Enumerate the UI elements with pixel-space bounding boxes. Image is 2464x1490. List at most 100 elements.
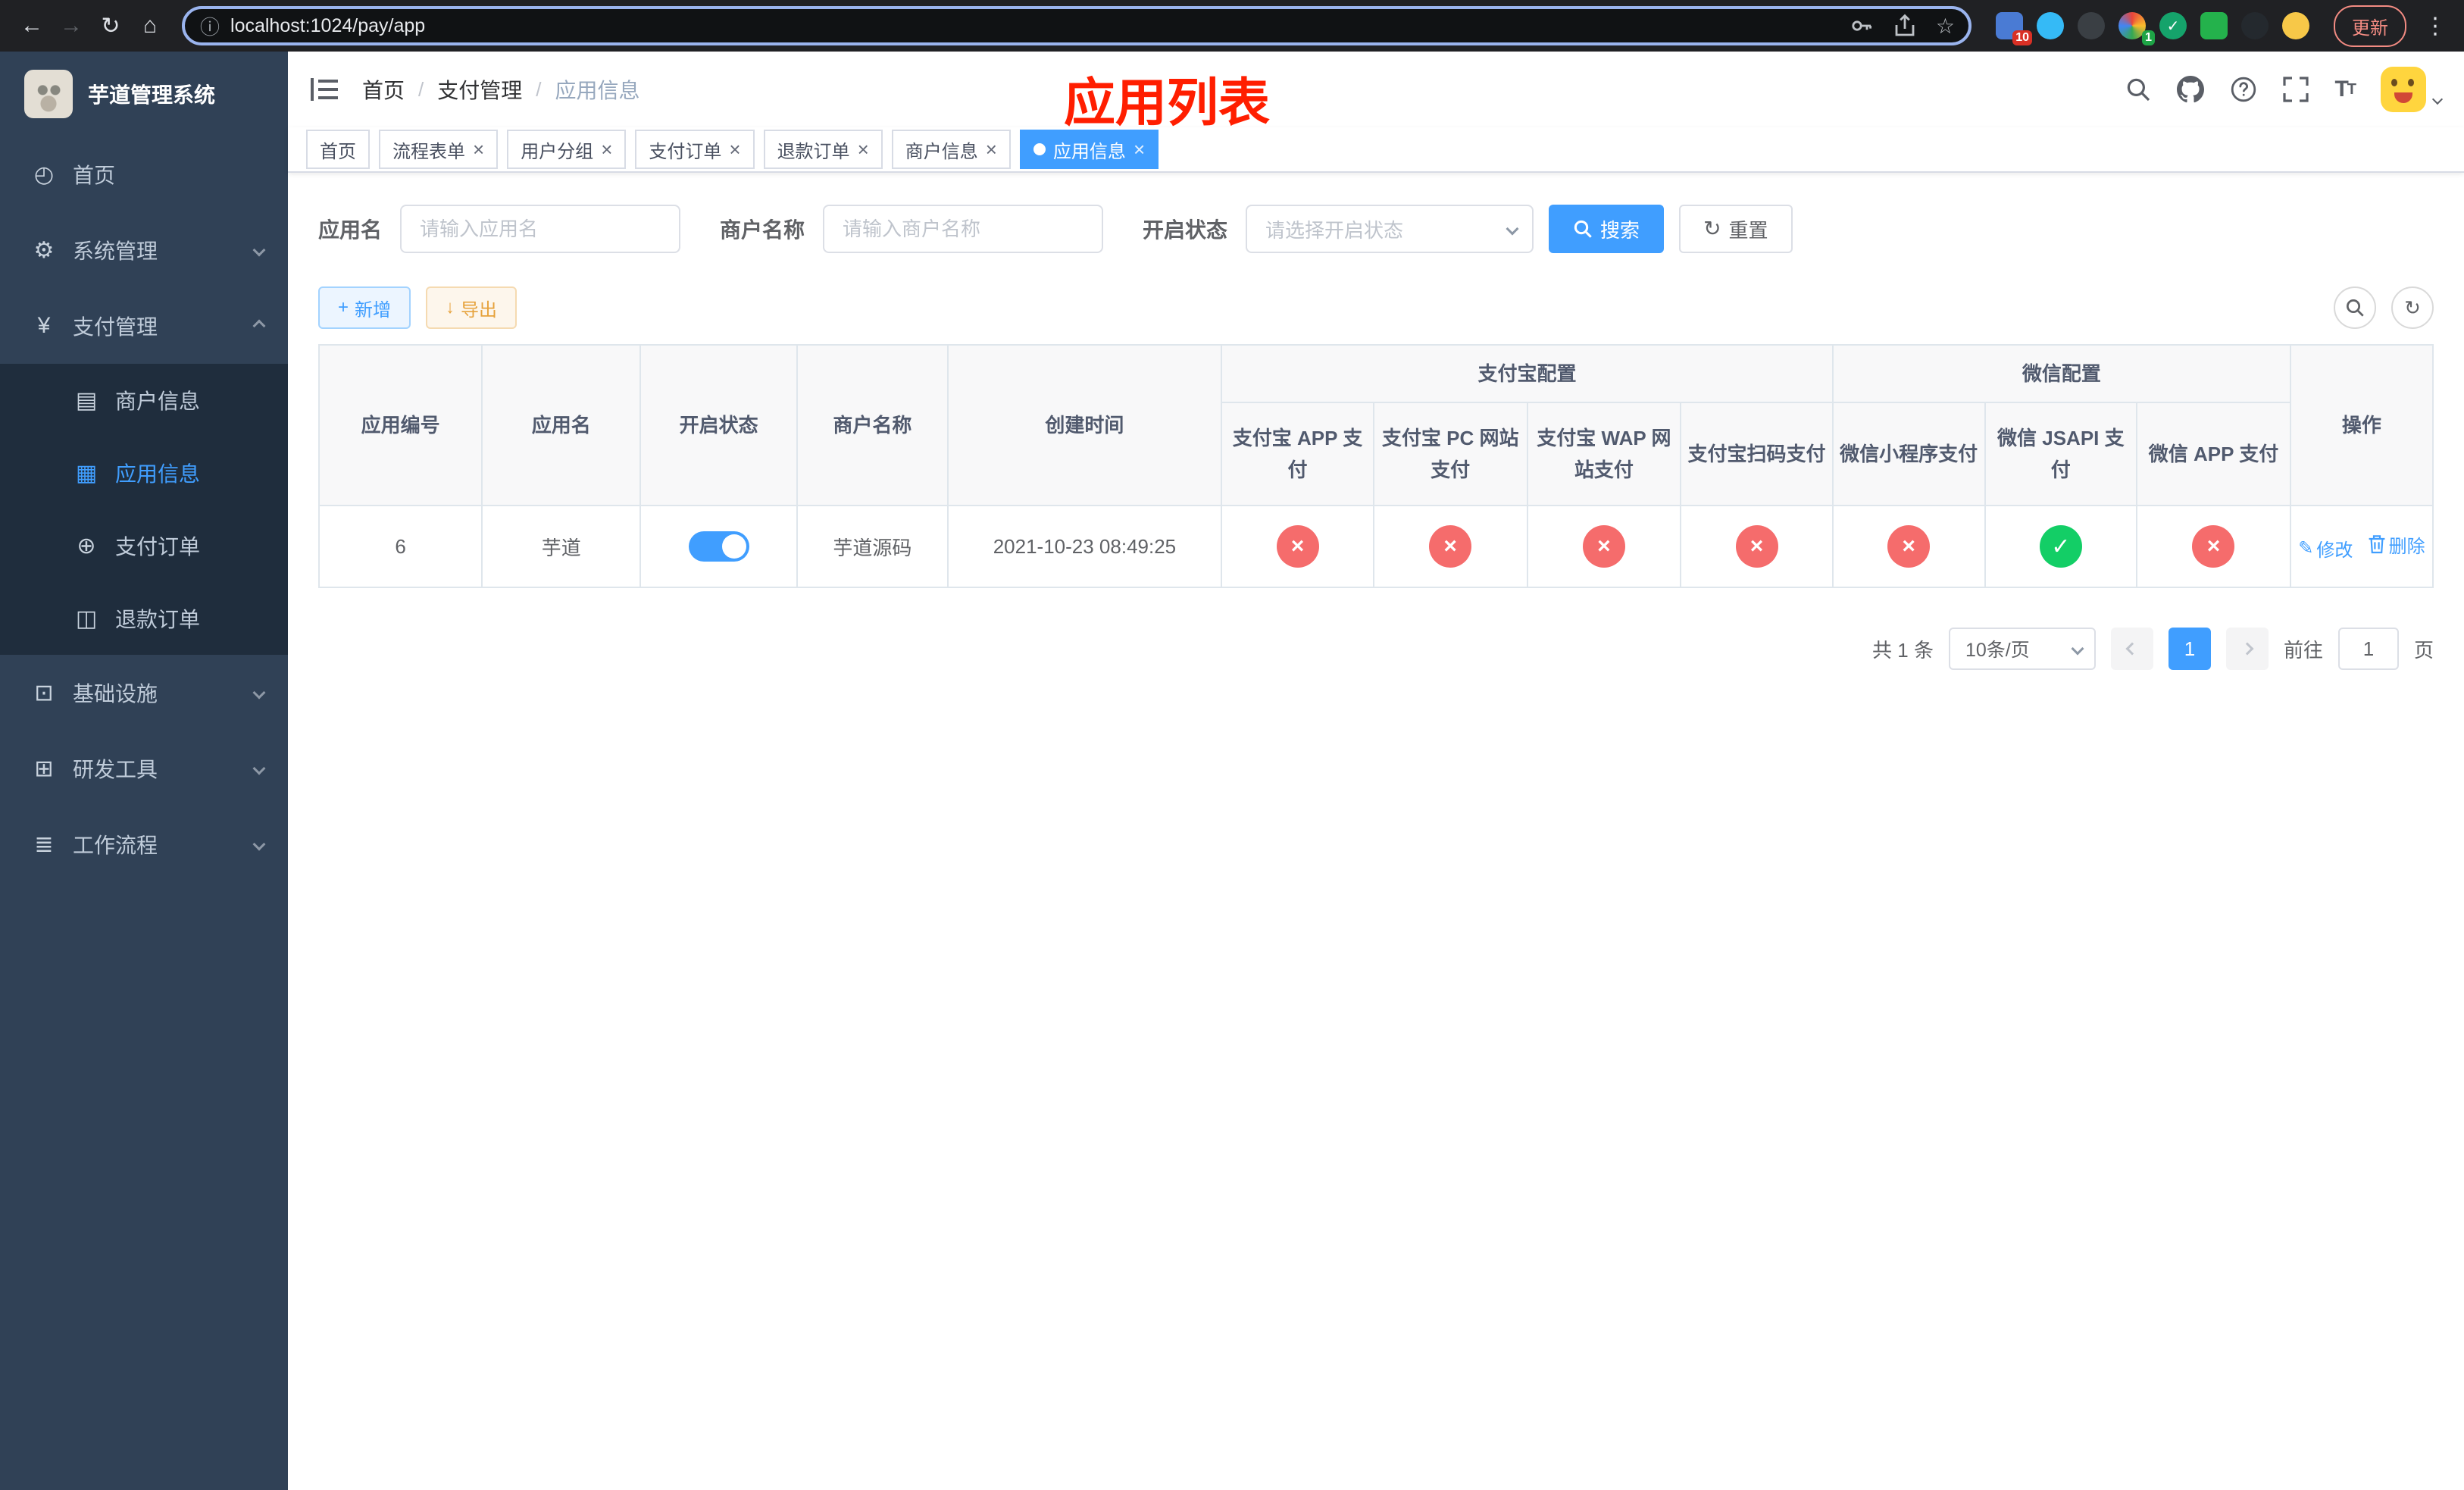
chevron-down-icon — [252, 762, 266, 775]
config-status-icon: × — [2192, 525, 2235, 568]
browser-toolbar: ← → ↻ ⌂ ⓘ localhost:1024/pay/app ☆ 10 1 … — [0, 0, 2464, 52]
back-icon[interactable]: ← — [12, 6, 52, 45]
password-key-icon[interactable] — [1845, 14, 1878, 38]
tab-label: 应用信息 — [1052, 141, 1126, 162]
sidebar-item-label: 应用信息 — [115, 462, 201, 486]
prev-page-button[interactable] — [2110, 628, 2153, 670]
breadcrumb-separator — [536, 77, 541, 102]
tab-close-icon[interactable]: × — [1134, 139, 1145, 159]
delete-link[interactable]: 删除 — [2368, 531, 2425, 558]
sidebar-item-app-info[interactable]: ▦ 应用信息 — [0, 437, 288, 509]
bookmark-star-icon[interactable]: ☆ — [1931, 14, 1959, 39]
sidebar-item-pay-order[interactable]: ⊕ 支付订单 — [0, 509, 288, 582]
extension-icon-3[interactable] — [2078, 12, 2105, 39]
extension-icon-7[interactable] — [2241, 12, 2269, 39]
browser-update-button[interactable]: 更新 — [2334, 5, 2406, 47]
collapse-sidebar-icon[interactable] — [311, 78, 338, 101]
chevron-up-icon — [252, 319, 266, 333]
merchant-name-input[interactable] — [823, 205, 1104, 253]
status-toggle[interactable] — [688, 531, 749, 562]
font-size-icon[interactable]: TT — [2334, 77, 2356, 102]
tab-label: 首页 — [320, 141, 356, 162]
extension-icon-1[interactable]: 10 — [1996, 12, 2032, 45]
site-info-icon[interactable]: ⓘ — [200, 12, 220, 40]
merchant-name-label: 商户名称 — [720, 218, 805, 242]
url-text[interactable]: localhost:1024/pay/app — [230, 15, 1834, 37]
extension-icon-8[interactable] — [2282, 12, 2309, 39]
tab-label: 用户分组 — [521, 141, 594, 162]
extension-icon-4[interactable]: 1 — [2118, 12, 2155, 45]
gear-icon: ⚙ — [33, 237, 55, 263]
screen: ← → ↻ ⌂ ⓘ localhost:1024/pay/app ☆ 10 1 … — [0, 0, 2464, 1490]
goto-page-input[interactable] — [2337, 628, 2399, 670]
forward-icon[interactable]: → — [52, 6, 91, 45]
reset-button[interactable]: ↻ 重置 — [1679, 205, 1793, 253]
export-button[interactable]: ↓ 导出 — [426, 286, 518, 329]
reload-icon[interactable]: ↻ — [91, 6, 130, 45]
user-menu[interactable] — [2381, 67, 2444, 112]
config-status-icon: ✓ — [2039, 525, 2082, 568]
sidebar-item-refund-order[interactable]: ◫ 退款订单 — [0, 582, 288, 655]
cell-created: 2021-10-23 08:49:25 — [946, 505, 1223, 588]
add-button[interactable]: + 新增 — [318, 286, 411, 329]
page-content: 应用名 商户名称 开启状态 请选择开启状态 搜索 — [288, 173, 2464, 1490]
sidebar-item-workflow[interactable]: ≣ 工作流程 — [0, 806, 288, 882]
workflow-icon: ≣ — [34, 831, 54, 857]
edit-link[interactable]: ✎ 修改 — [2298, 535, 2353, 562]
cell-status — [639, 505, 799, 588]
cell-alipay-wap: × — [1526, 505, 1682, 588]
col-group-wechat: 微信配置 — [1831, 344, 2291, 403]
tab-app-info[interactable]: 应用信息 × — [1019, 130, 1159, 169]
page-number-1[interactable]: 1 — [2168, 628, 2211, 670]
tab-close-icon[interactable]: × — [601, 139, 612, 159]
extension-icon-5[interactable]: ✓ — [2159, 12, 2187, 39]
tab-close-icon[interactable]: × — [858, 139, 869, 159]
sidebar-item-payment[interactable]: ¥ 支付管理 — [0, 288, 288, 364]
app-title: 芋道管理系统 — [88, 83, 216, 107]
url-bar[interactable]: ⓘ localhost:1024/pay/app ☆ — [182, 6, 1972, 45]
help-icon[interactable] — [2230, 76, 2257, 103]
sidebar-item-label: 支付管理 — [73, 315, 158, 339]
tab-close-icon[interactable]: × — [729, 139, 740, 159]
status-select[interactable]: 请选择开启状态 — [1246, 205, 1534, 253]
tab-close-icon[interactable]: × — [473, 139, 484, 159]
trash-icon — [2369, 535, 2384, 554]
sidebar-item-merchant-info[interactable]: ▤ 商户信息 — [0, 364, 288, 437]
next-page-button[interactable] — [2225, 628, 2269, 670]
toggle-search-button[interactable] — [2334, 286, 2376, 329]
config-status-icon: × — [1276, 525, 1319, 568]
sidebar-item-system[interactable]: ⚙ 系统管理 — [0, 212, 288, 288]
refresh-icon: ↻ — [1703, 217, 1721, 240]
tab-label: 退款订单 — [777, 141, 850, 162]
tab-label: 流程表单 — [392, 141, 465, 162]
page-size-select[interactable]: 10条/页 — [1948, 628, 2096, 670]
tab-close-icon[interactable]: × — [986, 139, 997, 159]
extension-icon-6[interactable] — [2200, 12, 2228, 39]
tab-merchant-info[interactable]: 商户信息 × — [891, 130, 1011, 169]
extension-icon-2[interactable] — [2037, 12, 2064, 39]
tab-home[interactable]: 首页 — [306, 130, 370, 169]
fullscreen-icon[interactable] — [2283, 77, 2309, 102]
home-icon[interactable]: ⌂ — [130, 6, 170, 45]
tab-pay-order[interactable]: 支付订单 × — [635, 130, 755, 169]
app-name-input[interactable] — [400, 205, 681, 253]
refresh-table-button[interactable]: ↻ — [2391, 286, 2434, 329]
tab-refund-order[interactable]: 退款订单 × — [763, 130, 883, 169]
avatar[interactable] — [2381, 67, 2426, 112]
sidebar-item-infra[interactable]: ⊡ 基础设施 — [0, 655, 288, 731]
sidebar-item-home[interactable]: ◴ 首页 — [0, 136, 288, 212]
payment-submenu: ▤ 商户信息 ▦ 应用信息 ⊕ 支付订单 ◫ 退款订单 — [0, 364, 288, 655]
tab-user-group[interactable]: 用户分组 × — [507, 130, 627, 169]
github-icon[interactable] — [2177, 76, 2205, 103]
browser-menu-icon[interactable]: ⋮ — [2419, 13, 2452, 39]
breadcrumb-home[interactable]: 首页 — [362, 74, 405, 105]
col-header-actions: 操作 — [2289, 344, 2434, 506]
tab-process-form[interactable]: 流程表单 × — [379, 130, 499, 169]
search-icon[interactable] — [2125, 77, 2151, 102]
search-button[interactable]: 搜索 — [1549, 205, 1665, 253]
app-grid-icon: ▦ — [75, 460, 98, 486]
share-icon[interactable] — [1889, 14, 1921, 38]
app-name-label: 应用名 — [318, 218, 383, 242]
config-status-icon: × — [1735, 525, 1778, 568]
sidebar-item-devtools[interactable]: ⊞ 研发工具 — [0, 731, 288, 806]
